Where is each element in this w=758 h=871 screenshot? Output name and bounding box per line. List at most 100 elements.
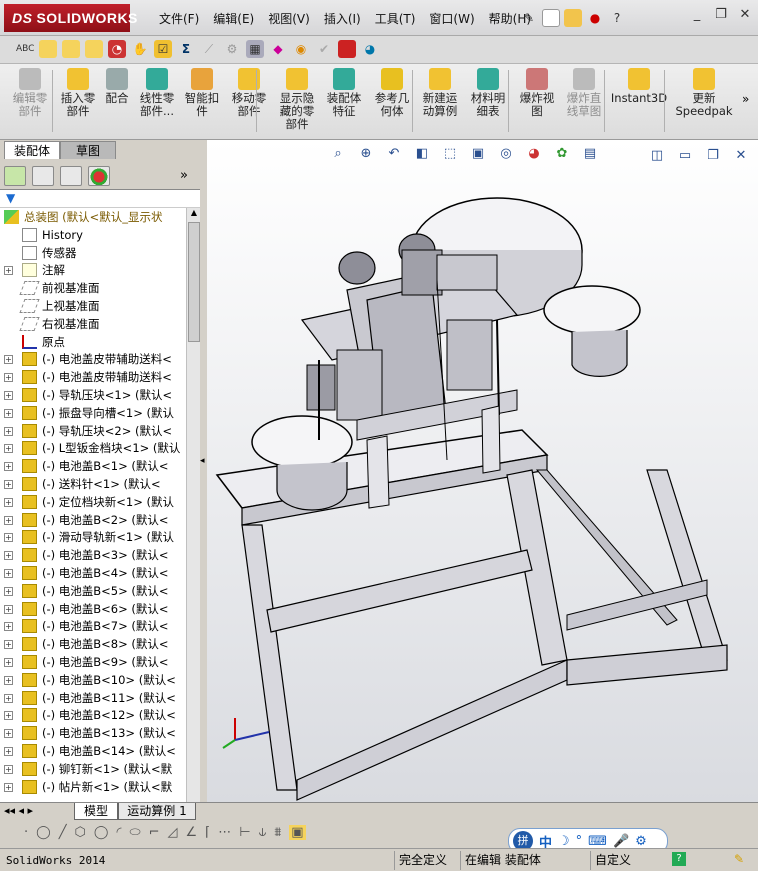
- tree-item-component[interactable]: + (-) 导轨压块<1> (默认<: [0, 386, 186, 404]
- tree-item-component[interactable]: + (-) 电池盖B<6> (默认<: [0, 600, 186, 618]
- tree-item-component[interactable]: + (-) 电池盖皮带辅助送料<: [0, 350, 186, 368]
- tree-item-component[interactable]: + (-) 电池盖B<14> (默认<: [0, 742, 186, 760]
- expand-toggle-icon[interactable]: +: [4, 711, 13, 721]
- expand-toggle-icon[interactable]: +: [4, 586, 13, 596]
- tree-item-history[interactable]: History: [0, 226, 186, 244]
- tab-scroll-icon[interactable]: ◂◂ ◂ ▸: [4, 804, 33, 817]
- new-document-icon[interactable]: [542, 9, 560, 27]
- tree-item-component[interactable]: + (-) 电池盖B<5> (默认<: [0, 582, 186, 600]
- tree-item-component[interactable]: + (-) 铆钉新<1> (默认<默: [0, 760, 186, 778]
- arc-icon[interactable]: ◜: [116, 825, 121, 840]
- command-button-5[interactable]: 移动零 部件: [224, 68, 274, 136]
- balance-icon-2[interactable]: [62, 40, 80, 58]
- ellipse-icon[interactable]: ⬭: [130, 825, 141, 840]
- balance-icon[interactable]: [39, 40, 57, 58]
- tree-item-component[interactable]: + (-) 送料针<1> (默认<: [0, 475, 186, 493]
- measure-icon[interactable]: ⟋: [200, 40, 218, 58]
- sketch-icon[interactable]: ▣: [289, 825, 306, 840]
- tree-item-plane[interactable]: 右视基准面: [0, 315, 186, 333]
- tree-item-component[interactable]: + (-) 滑动导轨新<1> (默认: [0, 528, 186, 546]
- command-button-6[interactable]: 显示隐 藏的零 部件: [274, 68, 320, 136]
- pin-icon[interactable]: ✎: [520, 9, 538, 27]
- keyboard-icon[interactable]: ⌨: [588, 834, 607, 849]
- tab-sketch[interactable]: 草图: [60, 141, 116, 159]
- polygon-icon[interactable]: ⬡: [75, 825, 86, 840]
- rectangle-dotted-icon[interactable]: ⋯: [218, 825, 231, 840]
- tree-item-component[interactable]: + (-) 振盘导向槽<1> (默认: [0, 404, 186, 422]
- tree-item-component[interactable]: + (-) 定位档块新<1> (默认: [0, 493, 186, 511]
- tree-item-component[interactable]: + (-) 电池盖B<3> (默认<: [0, 546, 186, 564]
- custom-menu[interactable]: 自定义: [590, 851, 668, 870]
- tab-motion-study[interactable]: 运动算例 1: [118, 803, 196, 820]
- command-button-3[interactable]: 线性零 部件...: [134, 68, 180, 136]
- tab-assembly[interactable]: 装配体: [4, 141, 60, 159]
- command-button-14[interactable]: 更新 Speedpak: [668, 68, 740, 136]
- expand-toggle-icon[interactable]: +: [4, 658, 13, 667]
- folder-search-icon[interactable]: [85, 40, 103, 58]
- property-tab-icon[interactable]: [32, 166, 54, 186]
- expand-toggle-icon[interactable]: +: [4, 444, 13, 454]
- check-circle-icon[interactable]: ✔: [315, 40, 333, 58]
- corner-icon[interactable]: ⌈: [205, 825, 210, 840]
- command-button-2[interactable]: 配合: [100, 68, 134, 136]
- feature-tree-tab-icon[interactable]: [4, 166, 26, 186]
- command-button-7[interactable]: 装配体 特征: [320, 68, 368, 136]
- command-button-10[interactable]: 材料明 细表: [464, 68, 512, 136]
- menu-item-1[interactable]: 编辑(E): [206, 10, 261, 28]
- tree-item-component[interactable]: + (-) 导轨压块<2> (默认<: [0, 422, 186, 440]
- tree-item-component[interactable]: + (-) 电池盖B<12> (默认<: [0, 706, 186, 724]
- expand-toggle-icon[interactable]: +: [4, 675, 13, 685]
- help-icon[interactable]: ?: [608, 9, 626, 27]
- tree-item-component[interactable]: + (-) 电池盖B<11> (默认<: [0, 689, 186, 707]
- chamfer-icon[interactable]: ◿: [168, 825, 178, 840]
- angle-icon[interactable]: ∠: [186, 825, 198, 840]
- menu-item-2[interactable]: 视图(V): [261, 10, 317, 28]
- collapse-arrow-icon[interactable]: ◂: [200, 456, 205, 466]
- gear-icon[interactable]: ⚙: [223, 40, 241, 58]
- render-icon[interactable]: ◕: [361, 40, 379, 58]
- traffic-light-icon[interactable]: ●: [586, 9, 604, 27]
- expand-toggle-icon[interactable]: +: [4, 497, 13, 507]
- appearance-tab-icon[interactable]: [88, 166, 110, 186]
- command-button-0[interactable]: 编辑零 部件: [6, 68, 54, 136]
- tree-item-component[interactable]: + (-) 帖片新<1> (默认<默: [0, 778, 186, 796]
- more-commands-icon[interactable]: »: [742, 92, 749, 106]
- menu-item-5[interactable]: 窗口(W): [422, 10, 481, 28]
- circle-icon[interactable]: ◯: [36, 825, 51, 840]
- menu-item-4[interactable]: 工具(T): [368, 10, 423, 28]
- tree-item-sensor[interactable]: 传感器: [0, 244, 186, 262]
- filter-icon[interactable]: ▼: [6, 191, 15, 205]
- tab-model[interactable]: 模型: [74, 803, 118, 820]
- command-button-8[interactable]: 参考几 何体: [368, 68, 416, 136]
- expand-toggle-icon[interactable]: +: [4, 426, 13, 436]
- expand-toggle-icon[interactable]: +: [4, 747, 13, 756]
- expand-toggle-icon[interactable]: +: [4, 355, 13, 365]
- configuration-tab-icon[interactable]: [60, 166, 82, 186]
- restore-icon[interactable]: ❐: [712, 6, 730, 24]
- palette-icon[interactable]: ◉: [292, 40, 310, 58]
- mic-icon[interactable]: 🎤: [613, 834, 629, 849]
- command-button-13[interactable]: Instant3D: [610, 68, 668, 136]
- expand-toggle-icon[interactable]: +: [4, 462, 13, 472]
- fillet-icon[interactable]: ⌐: [149, 825, 160, 840]
- expand-toggle-icon[interactable]: +: [4, 604, 13, 614]
- expand-toggle-icon[interactable]: +: [4, 693, 13, 703]
- command-button-11[interactable]: 爆炸视 图: [514, 68, 560, 136]
- hand-icon[interactable]: ✋: [131, 40, 149, 58]
- tree-item-origin[interactable]: 原点: [0, 333, 186, 351]
- expand-toggle-icon[interactable]: +: [4, 480, 13, 489]
- red-square-icon[interactable]: [338, 40, 356, 58]
- expand-toggle-icon[interactable]: +: [4, 640, 13, 650]
- dimension-icon[interactable]: ⊢: [239, 825, 250, 840]
- command-button-9[interactable]: 新建运 动算例: [416, 68, 464, 136]
- expand-toggle-icon[interactable]: +: [4, 373, 13, 383]
- circle-tool-icon[interactable]: ◯: [94, 825, 109, 840]
- tree-item-note[interactable]: + 注解: [0, 261, 186, 279]
- expand-toggle-icon[interactable]: +: [4, 533, 13, 543]
- tree-item-component[interactable]: + (-) 电池盖皮带辅助送料<: [0, 368, 186, 386]
- settings-icon[interactable]: ⚙: [635, 834, 647, 849]
- tree-item-component[interactable]: + (-) 电池盖B<8> (默认<: [0, 635, 186, 653]
- graphics-viewport[interactable]: ⌕ ⊕ ↶ ◧ ⬚ ▣ ◎ ◕ ✿ ▤ ◫ ▭ ❐ ✕: [207, 140, 758, 802]
- gauge-icon[interactable]: ◔: [108, 40, 126, 58]
- tree-item-component[interactable]: + (-) 电池盖B<13> (默认<: [0, 724, 186, 742]
